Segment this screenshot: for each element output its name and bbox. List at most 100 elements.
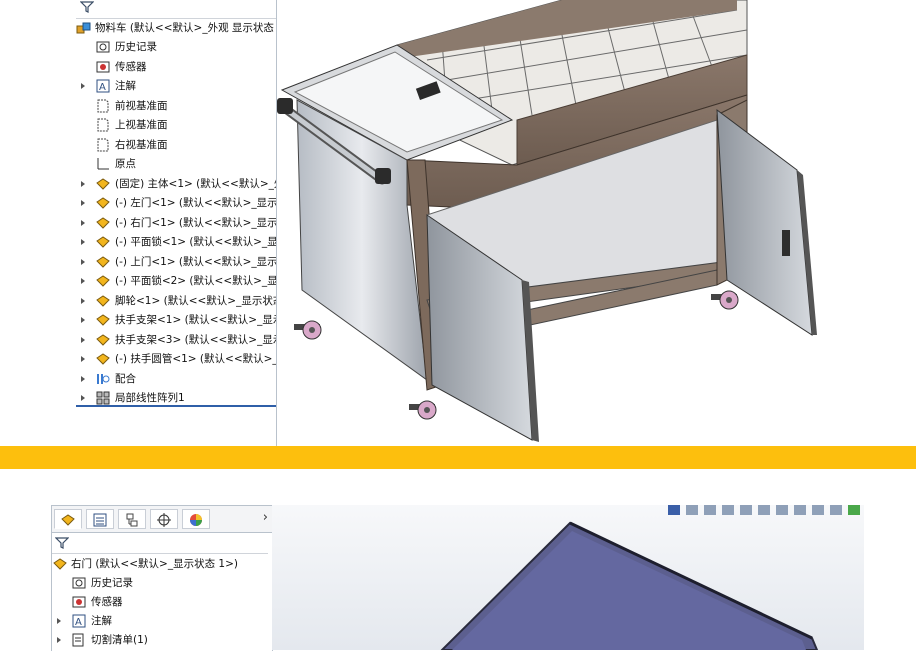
property-manager-tab[interactable]	[86, 509, 114, 529]
crosshair-icon	[157, 513, 171, 527]
door-lock	[782, 230, 790, 256]
view-icon[interactable]	[668, 505, 680, 515]
graphics-area[interactable]	[272, 505, 864, 650]
part-icon	[96, 353, 110, 365]
part-icon	[96, 197, 110, 209]
filter-icon[interactable]	[80, 0, 94, 14]
tree-item-label: (固定) 主体<1> (默认<<默认>_外	[115, 177, 277, 190]
expand-arrow-icon[interactable]	[79, 199, 87, 207]
tree-item[interactable]: A 注解	[52, 612, 272, 630]
tree-item[interactable]: 传感器	[76, 58, 276, 76]
chevron-right-icon[interactable]: ›	[263, 510, 268, 525]
tree-item[interactable]: 上视基准面	[76, 116, 276, 134]
display-manager-tab[interactable]	[182, 509, 210, 529]
appearance-icon[interactable]	[776, 505, 788, 515]
hide-show-icon[interactable]	[758, 505, 770, 515]
tree-item[interactable]: (-) 平面锁<2> (默认<<默认>_显示	[76, 272, 277, 290]
tree-item[interactable]: (固定) 主体<1> (默认<<默认>_外	[76, 175, 277, 193]
tree-item-label: (-) 平面锁<2> (默认<<默认>_显示	[115, 275, 277, 287]
tree-item[interactable]: 扶手支架<1> (默认<<默认>_显示	[76, 311, 277, 329]
expand-arrow-icon[interactable]	[79, 336, 87, 344]
zoom-icon[interactable]	[686, 505, 698, 515]
plane-icon	[97, 138, 109, 151]
expand-arrow-icon[interactable]	[79, 82, 87, 90]
configuration-manager-tab[interactable]	[118, 509, 146, 529]
tree-root-label: 物料车 (默认<<默认>_外观 显示状态	[95, 22, 274, 34]
tree-item[interactable]: 原点	[76, 155, 276, 173]
origin-icon	[97, 158, 109, 170]
tree-item[interactable]: 配合	[76, 370, 276, 388]
monitor-icon[interactable]	[830, 505, 842, 515]
tree-item[interactable]: 历史记录	[52, 574, 272, 592]
tree-item[interactable]: 右视基准面	[76, 136, 276, 154]
tree-item-label: (-) 右门<1> (默认<<默认>_显示状	[115, 216, 277, 229]
manager-tabs: ›	[52, 506, 272, 533]
tree-item[interactable]: (-) 右门<1> (默认<<默认>_显示状	[76, 214, 277, 232]
sensor-icon	[72, 596, 86, 608]
part-icon	[96, 255, 110, 268]
view-setting-icon[interactable]	[812, 505, 824, 515]
tree-item[interactable]: 切割清单(1)	[52, 631, 272, 649]
dimxpert-tab[interactable]	[150, 509, 178, 529]
part-icon	[96, 294, 110, 307]
tree-item[interactable]: 脚轮<1> (默认<<默认>_显示状态	[76, 292, 276, 310]
assembly-icon	[76, 22, 91, 34]
expand-arrow-icon[interactable]	[79, 355, 87, 363]
part-icon	[96, 177, 110, 190]
tree-item[interactable]: (-) 左门<1> (默认<<默认>_显示状	[76, 194, 276, 212]
expand-arrow-icon[interactable]	[79, 375, 87, 383]
tree-item-label: (-) 平面锁<1> (默认<<默认>_显示	[115, 236, 277, 248]
feature-manager-tab[interactable]	[54, 509, 82, 529]
tree-item-label: 历史记录	[115, 41, 157, 53]
plane-icon	[97, 118, 109, 132]
graphics-area[interactable]	[277, 0, 916, 446]
cart-model	[277, 0, 817, 442]
color-wheel-icon	[190, 514, 202, 526]
tree-item[interactable]: (-) 上门<1> (默认<<默认>_显示状	[76, 253, 276, 271]
tree-item[interactable]: (-) 扶手圆管<1> (默认<<默认>_显	[76, 350, 277, 368]
tree-item[interactable]: A 注解	[76, 77, 276, 95]
tree-item[interactable]: 历史记录	[76, 38, 276, 56]
configuration-icon	[126, 513, 138, 527]
tree-root-part[interactable]: 右门 (默认<<默认>_显示状态 1>)	[52, 555, 272, 573]
filter-icon[interactable]	[55, 536, 69, 550]
tree-item-label: 扶手支架<1> (默认<<默认>_显示	[115, 314, 277, 326]
tree-item-label: 前视基准面	[115, 99, 168, 112]
scene-icon[interactable]	[794, 505, 806, 515]
mate-icon	[97, 373, 110, 384]
plane-icon	[97, 99, 109, 112]
expand-arrow-icon[interactable]	[55, 617, 63, 625]
expand-arrow-icon[interactable]	[79, 277, 87, 285]
expand-arrow-icon[interactable]	[79, 297, 87, 305]
expand-arrow-icon[interactable]	[79, 394, 87, 402]
part-icon	[96, 333, 110, 346]
expand-arrow-icon[interactable]	[79, 238, 87, 246]
tree-item-label: 传感器	[115, 60, 147, 73]
history-icon	[96, 41, 110, 53]
section-icon[interactable]	[722, 505, 734, 515]
expand-arrow-icon[interactable]	[79, 258, 87, 266]
expand-arrow-icon[interactable]	[79, 180, 87, 188]
part-icon	[96, 216, 110, 229]
expand-arrow-icon[interactable]	[79, 316, 87, 324]
tree-item-label: (-) 扶手圆管<1> (默认<<默认>_显	[115, 353, 277, 365]
tree-item[interactable]: 前视基准面	[76, 97, 276, 115]
display-style-icon[interactable]	[740, 505, 752, 515]
tree-item-label: 切割清单(1)	[91, 634, 148, 646]
part-icon	[96, 275, 110, 287]
part-icon	[53, 558, 67, 570]
tree-item[interactable]: (-) 平面锁<1> (默认<<默认>_显示	[76, 233, 277, 251]
cut-list-icon	[72, 633, 84, 647]
tree-end-line	[76, 405, 276, 407]
part-feature-tree: › 右门 (默认<<默认>_显示状态 1>) 历史记录 传感器 A 注解切割清单(1)	[51, 505, 273, 651]
tree-item-label: 上视基准面	[115, 119, 168, 131]
expand-arrow-icon[interactable]	[79, 219, 87, 227]
feature-manager-tree: 物料车 (默认<<默认>_外观 显示状态 历史记录传感器 A 注解前视基准面上视基准…	[76, 0, 277, 446]
expand-arrow-icon[interactable]	[55, 636, 63, 644]
tree-root-assembly[interactable]: 物料车 (默认<<默认>_外观 显示状态	[76, 19, 276, 37]
pattern-icon	[96, 391, 110, 405]
tree-item[interactable]: 传感器	[52, 593, 272, 611]
render-icon[interactable]	[848, 505, 860, 515]
rotate-icon[interactable]	[704, 505, 716, 515]
tree-item[interactable]: 扶手支架<3> (默认<<默认>_显示	[76, 331, 276, 349]
